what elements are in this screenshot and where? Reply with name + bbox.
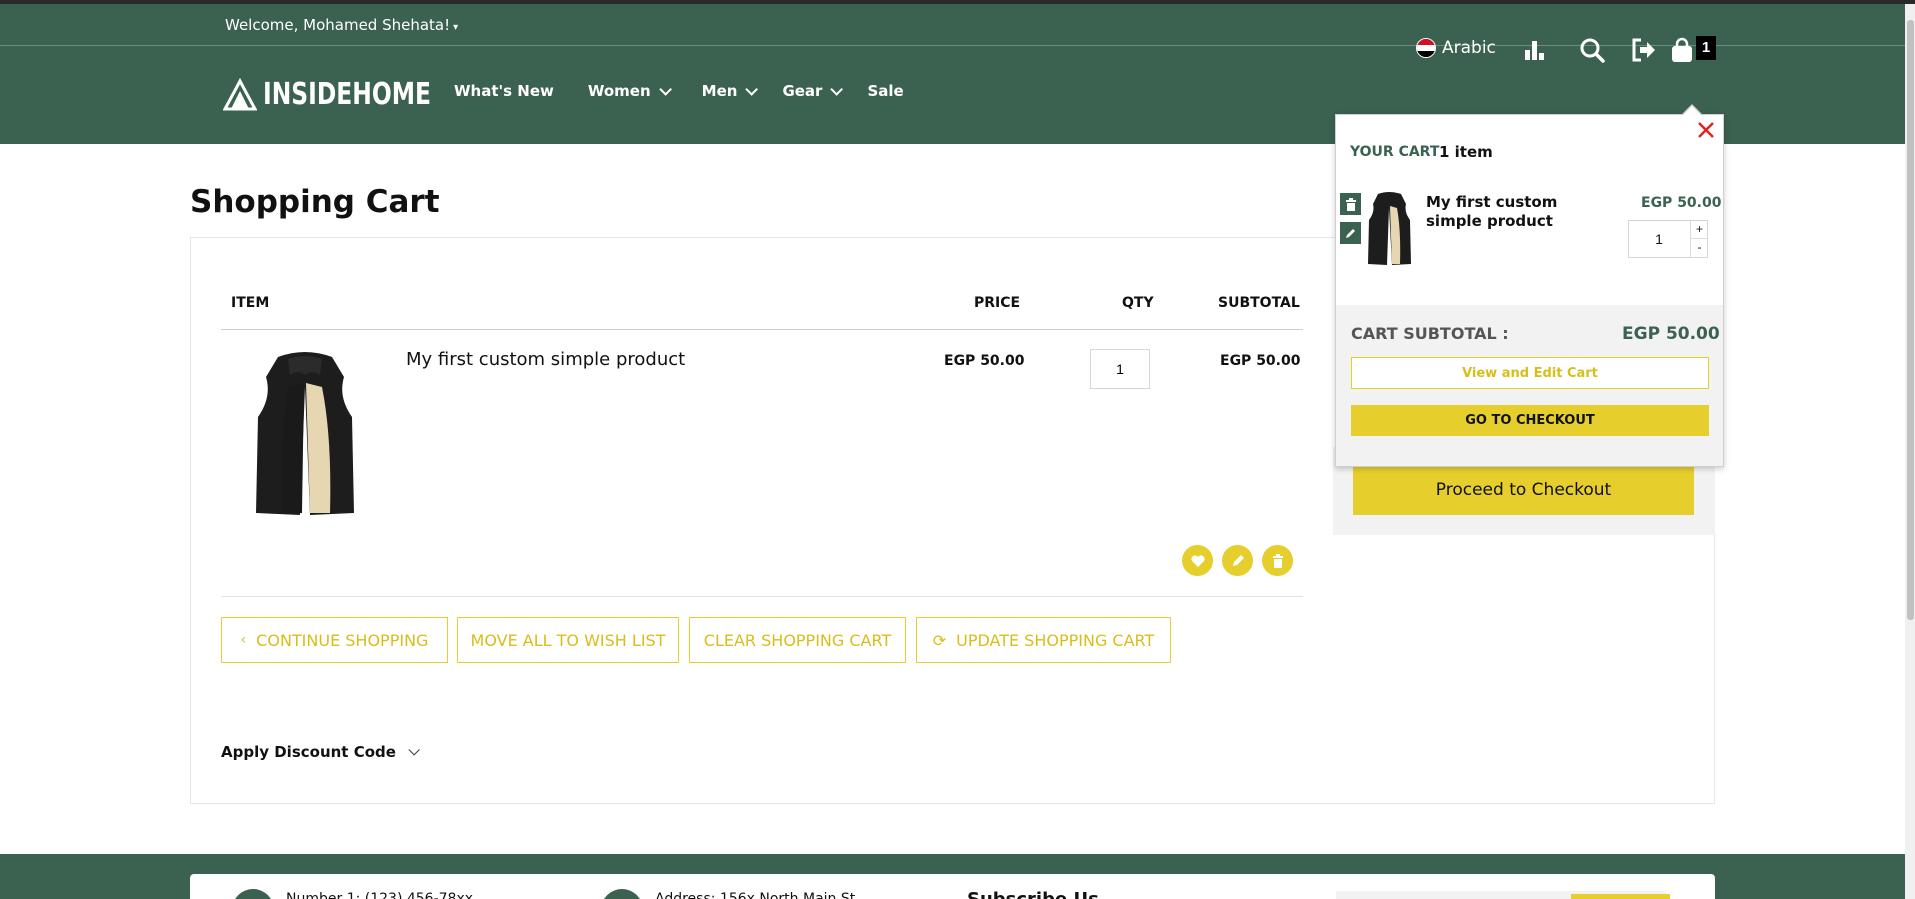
chevron-down-icon: ▾ (453, 22, 459, 33)
remove-item-button[interactable] (1262, 545, 1293, 576)
language-switcher[interactable]: Arabic (1416, 38, 1496, 58)
footer-address: Address: 156x North Main St (655, 891, 856, 899)
newsletter-subscribe-button[interactable] (1571, 894, 1670, 899)
mini-cart-remove-button[interactable] (1340, 193, 1361, 215)
compare-chart-icon[interactable] (1521, 36, 1549, 64)
top-bar: Welcome, Mohamed Shehata! ▾ (0, 0, 1915, 46)
col-header-item: ITEM (231, 295, 270, 311)
nav-label: Men (701, 82, 738, 100)
mini-cart-subtotal-value: EGP 50.00 (1622, 324, 1720, 344)
welcome-menu[interactable]: Welcome, Mohamed Shehata! ▾ (225, 16, 458, 34)
egypt-flag-icon (1416, 38, 1436, 58)
product-price: EGP 50.00 (944, 353, 1025, 369)
move-all-to-wishlist-button[interactable]: MOVE ALL TO WISH LIST (457, 617, 679, 663)
table-divider (221, 329, 1303, 330)
chevron-down-icon (745, 82, 759, 96)
edit-item-button[interactable] (1222, 545, 1253, 576)
welcome-text: Welcome, Mohamed Shehata! (225, 16, 451, 34)
main-nav: What's New Women Men Gear Sale (454, 82, 938, 100)
footer-subscribe-title: Subscribe Us (967, 889, 1099, 899)
mini-cart-product-image[interactable] (1364, 190, 1415, 266)
quantity-input[interactable] (1090, 349, 1150, 389)
move-to-wishlist-button[interactable] (1182, 545, 1213, 576)
footer-phone: Number 1: (123) 456-78xx (286, 891, 474, 899)
qty-decrease-button[interactable]: - (1690, 239, 1708, 257)
col-header-price: PRICE (974, 295, 1021, 311)
refresh-icon: ⟳ (932, 630, 947, 650)
proceed-to-checkout-button[interactable]: Proceed to Checkout (1353, 465, 1694, 515)
nav-label: Women (587, 82, 651, 100)
pencil-icon (1345, 229, 1355, 238)
search-icon[interactable] (1578, 36, 1606, 64)
col-header-subtotal: SUBTOTAL (1218, 295, 1300, 311)
sign-out-icon[interactable] (1629, 36, 1657, 64)
chevron-down-icon (658, 82, 672, 96)
nav-label: What's New (454, 82, 554, 100)
trash-icon (1272, 553, 1283, 568)
nav-women[interactable]: Women (587, 82, 672, 100)
page-title: Shopping Cart (190, 184, 440, 220)
qty-increase-button[interactable]: + (1690, 221, 1708, 239)
mini-cart-qty-value[interactable]: 1 (1629, 221, 1689, 257)
mini-cart-count: 1 item (1439, 143, 1493, 161)
mini-cart-qty-stepper: 1 + - (1628, 220, 1708, 258)
discount-label: Apply Discount Code (221, 743, 396, 761)
pencil-icon (1232, 554, 1244, 566)
product-subtotal: EGP 50.00 (1220, 353, 1301, 369)
language-label: Arabic (1442, 38, 1496, 58)
scrollbar-thumb[interactable] (1907, 20, 1914, 620)
update-cart-button[interactable]: ⟳ UPDATE SHOPPING CART (916, 617, 1171, 663)
nav-men[interactable]: Men (701, 82, 759, 100)
mini-cart-title: YOUR CART (1350, 144, 1440, 160)
dropdown-arrow-fill (1683, 106, 1701, 115)
shopping-bag-icon[interactable] (1668, 36, 1696, 64)
brand-logo[interactable]: INSIDEHOME (223, 76, 478, 112)
continue-shopping-button[interactable]: ‹ CONTINUE SHOPPING (221, 617, 448, 663)
apply-discount-toggle[interactable]: Apply Discount Code (221, 743, 420, 761)
clear-cart-button[interactable]: CLEAR SHOPPING CART (689, 617, 906, 663)
mini-cart-subtotal-label: CART SUBTOTAL : (1351, 324, 1509, 343)
col-header-qty: QTY (1122, 295, 1154, 311)
nav-label: Gear (782, 82, 823, 100)
close-icon[interactable] (1696, 120, 1716, 140)
button-label: CLEAR SHOPPING CART (703, 630, 892, 650)
chevron-left-icon: ‹ (240, 632, 247, 648)
mini-cart-product-price: EGP 50.00 (1641, 195, 1722, 211)
row-divider (221, 596, 1303, 597)
nav-sale[interactable]: Sale (867, 82, 903, 100)
product-image-vest[interactable] (240, 347, 370, 519)
brand-name: INSIDEHOME (263, 76, 432, 112)
button-label: MOVE ALL TO WISH LIST (470, 630, 666, 650)
trash-icon (1345, 197, 1356, 211)
view-and-edit-cart-button[interactable]: View and Edit Cart (1351, 357, 1709, 389)
nav-gear[interactable]: Gear (782, 82, 844, 100)
mini-cart-product-name[interactable]: My first custom simple product (1426, 193, 1596, 231)
nav-label: Sale (867, 82, 904, 100)
mini-cart-edit-button[interactable] (1340, 222, 1361, 244)
product-name-link[interactable]: My first custom simple product (406, 349, 685, 370)
go-to-checkout-button[interactable]: GO TO CHECKOUT (1351, 405, 1709, 436)
heart-icon (1190, 554, 1205, 567)
button-label: UPDATE SHOPPING CART (956, 630, 1155, 650)
logo-mountain-icon (223, 77, 257, 111)
nav-whats-new[interactable]: What's New (454, 82, 554, 100)
chevron-down-icon (830, 82, 844, 96)
button-label: CONTINUE SHOPPING (256, 630, 429, 650)
cart-count-badge: 1 (1696, 36, 1716, 60)
